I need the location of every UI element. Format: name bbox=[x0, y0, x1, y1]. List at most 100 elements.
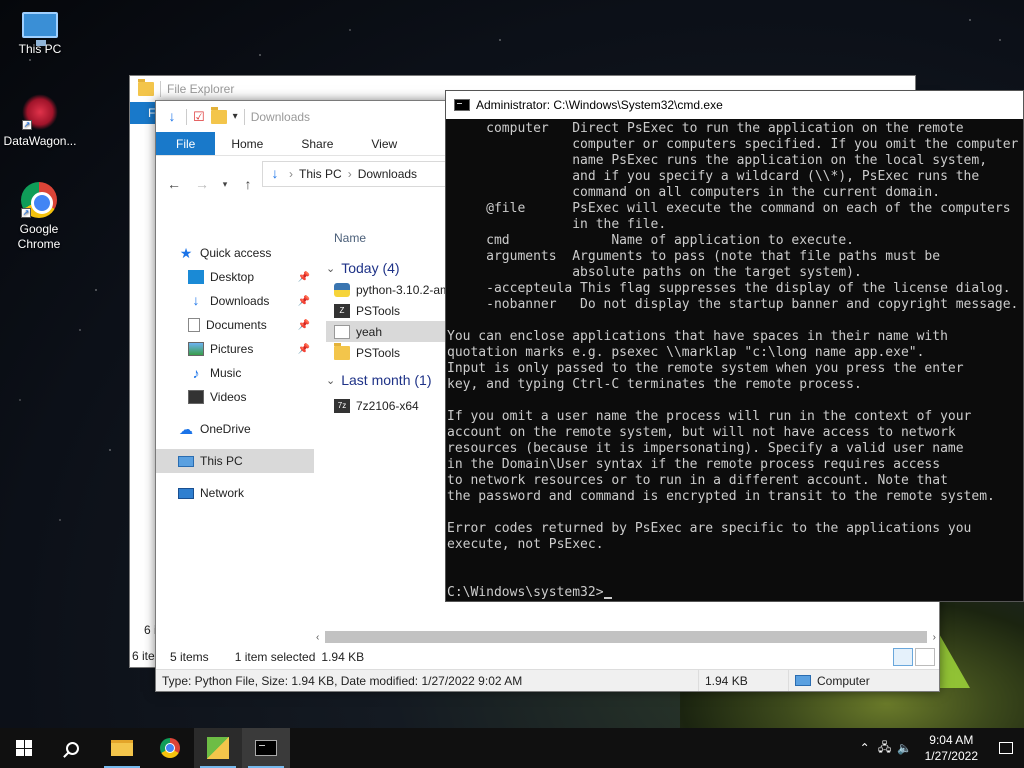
chevron-down-icon: ⌄ bbox=[326, 262, 336, 275]
videos-icon bbox=[188, 390, 204, 404]
location: Computer bbox=[789, 670, 876, 691]
nav-item-documents[interactable]: Documents 📌 bbox=[156, 313, 314, 337]
title-bar[interactable]: Administrator: C:\Windows\System32\cmd.e… bbox=[446, 91, 1023, 119]
scroll-left-icon[interactable]: ‹ bbox=[316, 632, 319, 643]
nav-item-desktop[interactable]: Desktop 📌 bbox=[156, 265, 314, 289]
desktop-icon-datawagon[interactable]: ↗ DataWagon... bbox=[2, 94, 78, 149]
shortcut-arrow-icon: ↗ bbox=[22, 120, 32, 130]
document-icon bbox=[188, 318, 200, 332]
start-button[interactable] bbox=[0, 728, 48, 768]
nav-item-this-pc[interactable]: This PC bbox=[156, 449, 314, 473]
properties-icon[interactable]: ☑ bbox=[193, 109, 205, 125]
console-line: arguments Arguments to pass (note that f… bbox=[447, 249, 941, 264]
console-line: command on all computers in the current … bbox=[447, 185, 941, 200]
search-icon bbox=[65, 741, 79, 755]
datawagon-icon: ↗ bbox=[22, 94, 58, 130]
tab-home[interactable]: Home bbox=[215, 132, 277, 155]
console-line: -accepteula This flag suppresses the dis… bbox=[447, 281, 1011, 296]
tab-share[interactable]: Share bbox=[277, 132, 347, 155]
console-line: Input is only passed to the remote syste… bbox=[447, 361, 964, 376]
console-line: name PsExec runs the application on the … bbox=[447, 153, 988, 168]
file-details: Type: Python File, Size: 1.94 KB, Date m… bbox=[156, 670, 699, 691]
star-icon: ★ bbox=[179, 245, 193, 261]
nav-item-quick-access[interactable]: ★ Quick access bbox=[156, 241, 314, 265]
up-arrow-icon[interactable]: ↑ bbox=[238, 176, 258, 192]
nav-item-music[interactable]: ♪ Music bbox=[156, 361, 314, 385]
console-output[interactable]: computer Direct PsExec to run the applic… bbox=[446, 121, 1023, 601]
address-bar[interactable]: ↓ › This PC › Downloads bbox=[262, 161, 452, 187]
clock-time: 9:04 AM bbox=[929, 733, 974, 747]
taskbar-datawagon[interactable] bbox=[194, 728, 242, 768]
large-icons-view-icon[interactable] bbox=[915, 648, 935, 666]
network-icon[interactable]: 🖧 bbox=[875, 738, 895, 759]
console-line: quotation marks e.g. psexec \\marklap "c… bbox=[447, 345, 925, 360]
cmd-icon bbox=[255, 740, 277, 756]
pin-icon: 📌 bbox=[297, 295, 310, 307]
shortcut-arrow-icon: ↗ bbox=[21, 208, 31, 218]
windows-logo-icon bbox=[16, 740, 32, 756]
file-size: 1.94 KB bbox=[699, 670, 789, 691]
text-cursor bbox=[603, 597, 612, 599]
taskbar: ⌃ 🖧 🔈 9:04 AM 1/27/2022 bbox=[0, 728, 1024, 768]
new-folder-icon[interactable] bbox=[210, 106, 227, 124]
scroll-right-icon[interactable]: › bbox=[933, 632, 936, 643]
console-line: -nobanner Do not display the startup ban… bbox=[447, 297, 1019, 312]
search-button[interactable] bbox=[48, 728, 96, 768]
7zip-installer-icon: 7z bbox=[334, 398, 350, 413]
console-prompt[interactable]: C:\Windows\system32> bbox=[447, 585, 1023, 601]
taskbar-cmd[interactable] bbox=[242, 728, 290, 768]
recent-locations-icon[interactable]: ▾ bbox=[220, 179, 230, 190]
breadcrumb-downloads[interactable]: Downloads bbox=[358, 167, 417, 181]
chrome-icon bbox=[160, 738, 180, 758]
console-line: cmd Name of application to execute. bbox=[447, 233, 854, 248]
tab-view[interactable]: View bbox=[347, 132, 411, 155]
pin-icon: 📌 bbox=[297, 319, 310, 331]
status-bar: 5 items 1 item selected 1.94 KB bbox=[156, 645, 939, 669]
back-arrow-icon[interactable]: ← bbox=[164, 176, 184, 192]
scrollbar-thumb[interactable] bbox=[325, 631, 927, 643]
customize-toolbar-icon[interactable]: ▾ bbox=[233, 111, 238, 122]
console-line: account on the remote system, but will n… bbox=[447, 425, 956, 440]
pictures-icon bbox=[188, 342, 204, 356]
action-center-button[interactable] bbox=[988, 728, 1024, 768]
horizontal-scrollbar[interactable]: ‹ › bbox=[316, 629, 936, 645]
breadcrumb-this-pc[interactable]: This PC bbox=[299, 167, 342, 181]
pin-icon: 📌 bbox=[297, 343, 310, 355]
file-tab[interactable]: F bbox=[130, 102, 156, 124]
taskbar-chrome[interactable] bbox=[146, 728, 194, 768]
system-tray: ⌃ 🖧 🔈 9:04 AM 1/27/2022 bbox=[855, 728, 1024, 768]
console-line: @file PsExec will execute the command on… bbox=[447, 201, 1011, 216]
desktop-icon bbox=[188, 270, 204, 284]
console-line: and if you specify a wildcard (\\*), PsE… bbox=[447, 169, 980, 184]
chevron-down-icon: ⌄ bbox=[326, 374, 336, 387]
python-file-icon bbox=[334, 324, 350, 339]
nav-item-network[interactable]: Network bbox=[156, 481, 314, 505]
notification-icon bbox=[999, 742, 1013, 754]
nav-item-onedrive[interactable]: ☁ OneDrive bbox=[156, 417, 314, 441]
folder-icon bbox=[334, 342, 350, 360]
desktop-icon-chrome[interactable]: ↗ Google Chrome bbox=[2, 182, 76, 252]
pin-icon: 📌 bbox=[297, 271, 310, 283]
nav-item-pictures[interactable]: Pictures 📌 bbox=[156, 337, 314, 361]
chevron-up-icon[interactable]: ⌃ bbox=[855, 741, 875, 755]
computer-icon bbox=[178, 455, 194, 467]
taskbar-file-explorer[interactable] bbox=[98, 728, 146, 768]
cmd-window[interactable]: Administrator: C:\Windows\System32\cmd.e… bbox=[445, 90, 1024, 602]
nav-item-videos[interactable]: Videos bbox=[156, 385, 314, 409]
forward-arrow-icon[interactable]: → bbox=[192, 176, 212, 192]
details-view-icon[interactable] bbox=[893, 648, 913, 666]
nav-item-downloads[interactable]: ↓ Downloads 📌 bbox=[156, 289, 314, 313]
desktop-icon-this-pc[interactable]: This PC bbox=[2, 8, 78, 57]
desktop-icon-label: DataWagon... bbox=[3, 134, 77, 148]
zip-archive-icon: Z bbox=[334, 303, 350, 318]
clock[interactable]: 9:04 AM 1/27/2022 bbox=[915, 732, 988, 764]
folder-icon bbox=[138, 79, 154, 96]
tab-file[interactable]: File bbox=[156, 132, 216, 155]
clock-date: 1/27/2022 bbox=[924, 749, 978, 763]
volume-muted-icon[interactable]: 🔈 bbox=[895, 741, 915, 755]
cmd-icon bbox=[454, 99, 470, 111]
